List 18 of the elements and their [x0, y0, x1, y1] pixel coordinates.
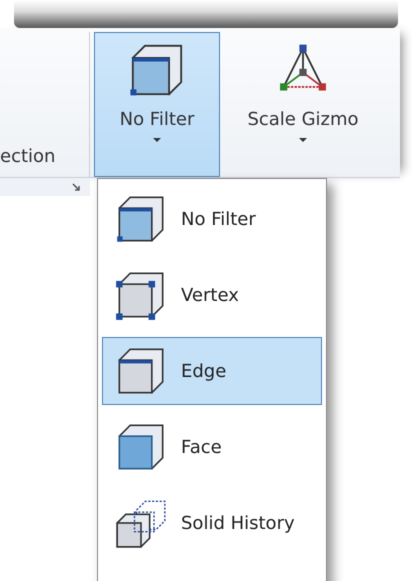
cube-vertex-icon: [116, 272, 164, 320]
menu-item[interactable]: Solid History: [102, 489, 322, 557]
dialog-launcher-icon[interactable]: [72, 183, 80, 191]
cube-face-icon: [118, 424, 164, 470]
gizmo-icon: [280, 44, 326, 91]
caret-icon: [153, 138, 161, 142]
filter-button[interactable]: No Filter: [94, 32, 220, 177]
menu-item[interactable]: Face: [102, 413, 322, 481]
section-label: ection: [0, 146, 56, 167]
cube-icon: [130, 44, 182, 96]
cube-icon: [117, 196, 164, 242]
caret-icon: [299, 138, 307, 142]
scale-gizmo-button[interactable]: Scale Gizmo: [228, 32, 378, 177]
menu-item[interactable]: No Filter: [102, 185, 322, 253]
stacked-cubes-icon: [116, 500, 166, 548]
menu-item[interactable]: Edge: [102, 337, 322, 405]
cube-edge-icon: [118, 348, 164, 394]
menu-item[interactable]: Vertex: [102, 261, 322, 329]
